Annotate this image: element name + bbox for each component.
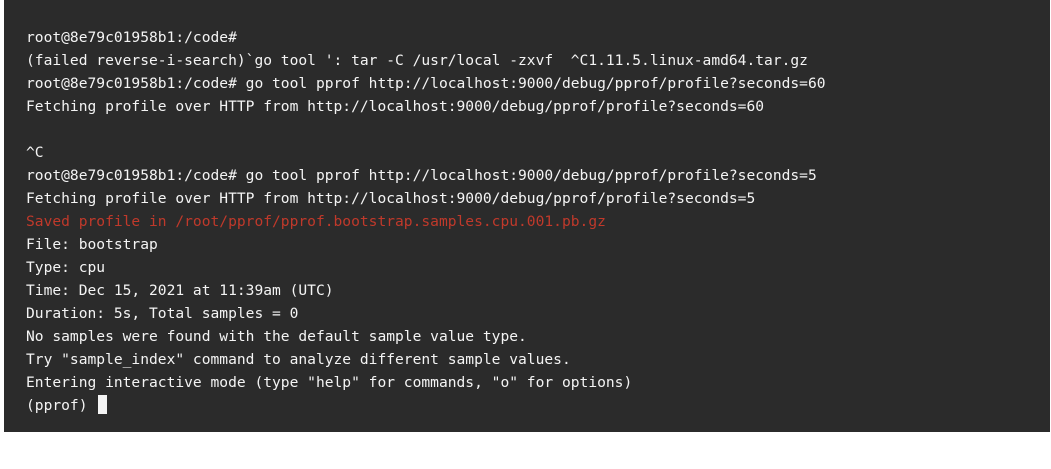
terminal-line: Fetching profile over HTTP from http://l… (26, 98, 765, 115)
terminal-line: Duration: 5s, Total samples = 0 (26, 305, 299, 322)
terminal-line: Entering interactive mode (type "help" f… (26, 374, 633, 391)
pprof-prompt-line[interactable]: (pprof) (26, 394, 1050, 417)
terminal-line: ^C (26, 144, 44, 161)
terminal-line-saved-profile: Saved profile in /root/pprof/pprof.boots… (26, 213, 606, 230)
terminal-line: root@8e79c01958b1:/code# (26, 29, 237, 46)
terminal-window[interactable]: root@8e79c01958b1:/code# (failed reverse… (4, 0, 1050, 432)
terminal-line: Try "sample_index" command to analyze di… (26, 351, 571, 368)
pprof-prompt: (pprof) (26, 397, 97, 414)
terminal-line: root@8e79c01958b1:/code# go tool pprof h… (26, 167, 817, 184)
terminal-line: Fetching profile over HTTP from http://l… (26, 190, 756, 207)
text-cursor (98, 395, 108, 414)
terminal-line: File: bootstrap (26, 236, 158, 253)
terminal-line: Time: Dec 15, 2021 at 11:39am (UTC) (26, 282, 334, 299)
terminal-line: No samples were found with the default s… (26, 328, 527, 345)
terminal-line: root@8e79c01958b1:/code# go tool pprof h… (26, 75, 826, 92)
terminal-line: Type: cpu (26, 259, 106, 276)
terminal-line: (failed reverse-i-search)`go tool ': tar… (26, 52, 808, 69)
